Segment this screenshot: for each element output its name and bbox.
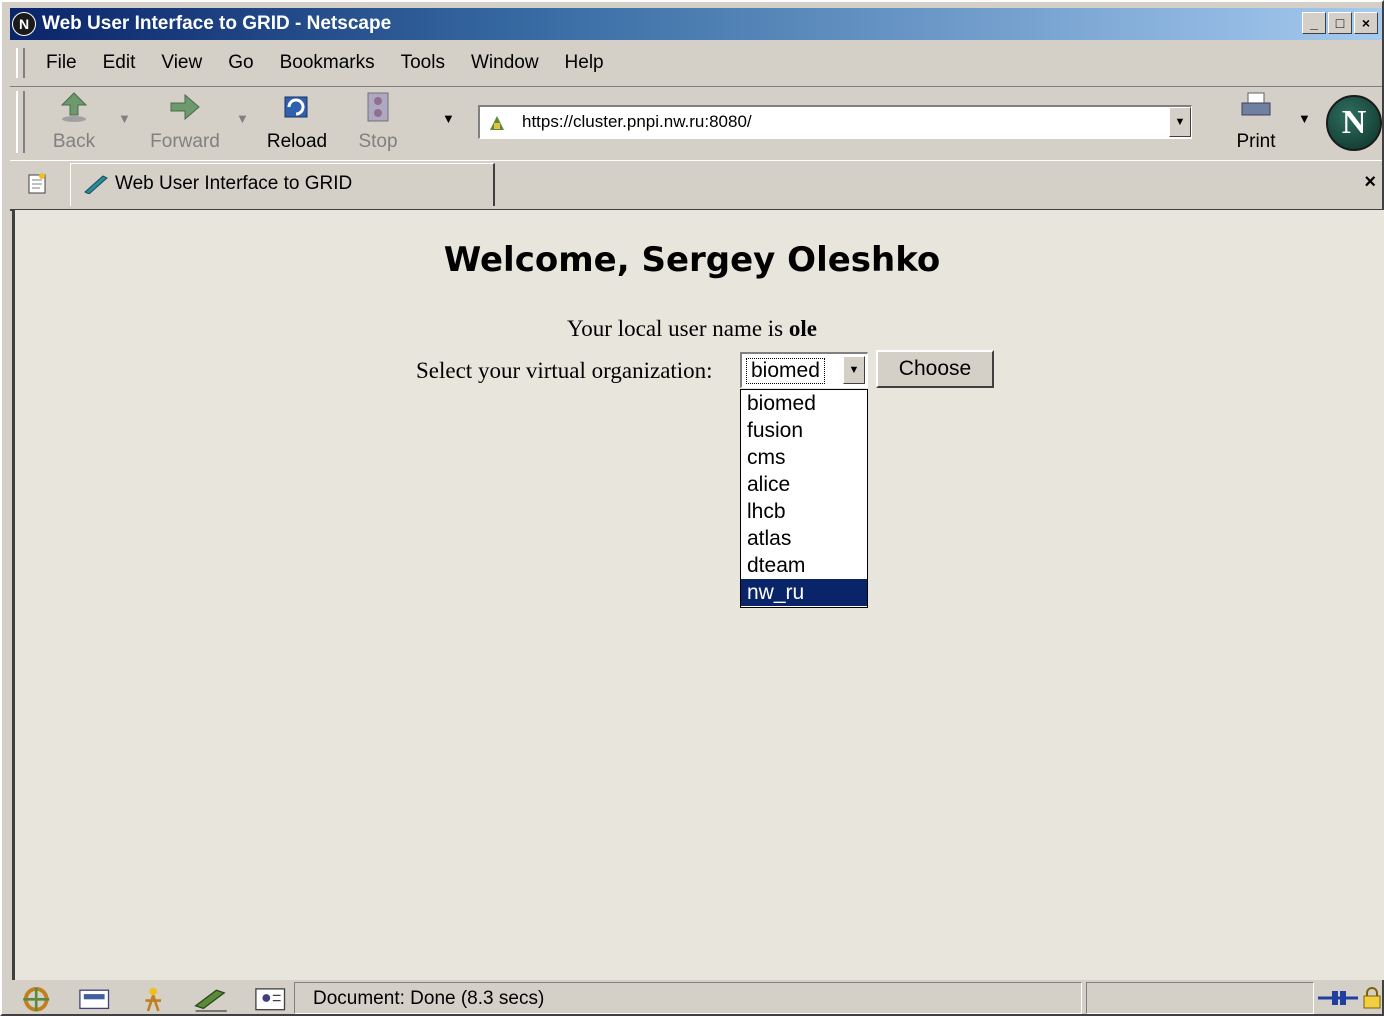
- back-arrow-icon: [60, 92, 88, 122]
- menu-tools[interactable]: Tools: [401, 52, 445, 74]
- menu-help[interactable]: Help: [565, 52, 604, 74]
- navigator-icon[interactable]: [18, 985, 54, 1014]
- tab-bar: Web User Interface to GRID ×: [10, 160, 1382, 211]
- print-button[interactable]: Print: [1232, 91, 1280, 153]
- navigation-toolbar: Back ▼ Forward ▼ Reload Stop ▼ https://c…: [10, 86, 1382, 159]
- vo-select-value[interactable]: biomed: [746, 358, 825, 384]
- tab-active[interactable]: Web User Interface to GRID: [70, 163, 495, 206]
- vo-option-dteam[interactable]: dteam: [741, 552, 867, 579]
- stop-icon: [367, 92, 389, 122]
- menu-view[interactable]: View: [161, 52, 202, 74]
- tab-title: Web User Interface to GRID: [115, 173, 353, 194]
- menu-file[interactable]: File: [46, 52, 77, 74]
- url-bar[interactable]: https://cluster.pnpi.nw.ru:8080/ ▼: [478, 105, 1192, 139]
- vo-option-cms[interactable]: cms: [741, 444, 867, 471]
- reload-button[interactable]: Reload: [266, 91, 328, 153]
- page-heading: Welcome, Sergey Oleshko: [443, 240, 941, 280]
- forward-arrow-icon: [170, 93, 200, 121]
- vo-option-lhcb[interactable]: lhcb: [741, 498, 867, 525]
- printer-icon: [1241, 92, 1271, 116]
- composer-icon[interactable]: [193, 985, 229, 1014]
- local-user-label: Your local user name is: [567, 316, 789, 341]
- close-tab-button[interactable]: ×: [1364, 171, 1376, 194]
- local-user-line: Your local user name is ole: [0, 316, 1384, 342]
- security-lock-icon[interactable]: [1362, 986, 1382, 1010]
- menu-bookmarks[interactable]: Bookmarks: [280, 52, 375, 74]
- toolbar-customize-dropdown[interactable]: ▼: [442, 111, 455, 126]
- online-connection-icon[interactable]: [1318, 988, 1358, 1008]
- mail-icon[interactable]: [76, 985, 112, 1014]
- menu-bar: File Edit View Go Bookmarks Tools Window…: [10, 44, 1382, 84]
- back-history-dropdown[interactable]: ▼: [118, 111, 131, 126]
- vo-select-arrow-button[interactable]: ▼: [843, 356, 865, 384]
- url-history-dropdown-button[interactable]: ▼: [1169, 107, 1191, 137]
- print-dropdown[interactable]: ▼: [1298, 111, 1311, 126]
- title-bar[interactable]: N Web User Interface to GRID - Netscape …: [10, 8, 1382, 40]
- new-tab-icon[interactable]: [26, 171, 48, 195]
- forward-button[interactable]: Forward: [150, 91, 220, 153]
- forward-history-dropdown[interactable]: ▼: [236, 111, 249, 126]
- window-title: Web User Interface to GRID - Netscape: [42, 13, 392, 34]
- choose-button[interactable]: Choose: [876, 350, 994, 388]
- local-user-name: ole: [788, 316, 817, 341]
- vo-select-label: Select your virtual organization:: [416, 358, 713, 383]
- url-text[interactable]: https://cluster.pnpi.nw.ru:8080/: [522, 112, 752, 132]
- vo-dropdown-list[interactable]: biomed fusion cms alice lhcb atlas dteam…: [740, 389, 868, 608]
- back-button[interactable]: Back: [48, 91, 100, 153]
- vo-option-fusion[interactable]: fusion: [741, 417, 867, 444]
- close-window-button[interactable]: ×: [1354, 12, 1378, 34]
- menu-go[interactable]: Go: [228, 52, 253, 74]
- site-identity-icon: [490, 116, 504, 130]
- menu-edit[interactable]: Edit: [103, 52, 136, 74]
- maximize-button[interactable]: □: [1328, 12, 1352, 34]
- vo-option-nw-ru[interactable]: nw_ru: [741, 579, 867, 606]
- status-text-panel: Document: Done (8.3 secs): [294, 982, 1082, 1014]
- instant-messenger-icon[interactable]: [135, 985, 171, 1014]
- address-book-icon[interactable]: [252, 985, 288, 1014]
- stop-button[interactable]: Stop: [356, 91, 400, 153]
- reload-icon: [284, 96, 308, 118]
- status-bar: Document: Done (8.3 secs): [10, 982, 1382, 1016]
- netscape-logo-icon[interactable]: N: [1326, 95, 1382, 151]
- vo-option-alice[interactable]: alice: [741, 471, 867, 498]
- status-progress-panel: [1086, 982, 1314, 1014]
- minimize-button[interactable]: _: [1302, 12, 1326, 34]
- page-favicon-icon: [84, 175, 108, 194]
- status-text: Document: Done (8.3 secs): [313, 988, 545, 1009]
- netscape-app-icon[interactable]: N: [12, 12, 36, 36]
- vo-option-atlas[interactable]: atlas: [741, 525, 867, 552]
- vo-option-biomed[interactable]: biomed: [741, 390, 867, 417]
- toolbar-grip[interactable]: [16, 91, 25, 153]
- menubar-grip[interactable]: [16, 48, 25, 78]
- menu-window[interactable]: Window: [471, 52, 539, 74]
- vo-select[interactable]: biomed ▼: [740, 352, 868, 388]
